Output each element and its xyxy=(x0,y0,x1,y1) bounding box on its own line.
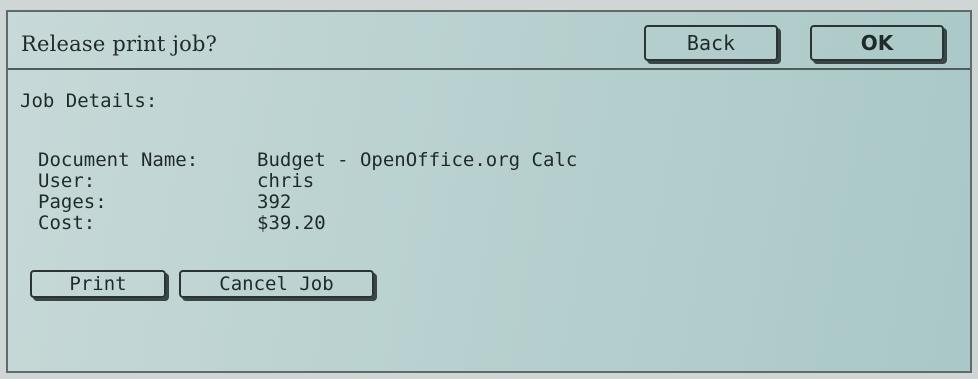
detail-label: Document Name: xyxy=(38,149,199,171)
detail-value: $39.20 xyxy=(257,212,326,234)
job-details-heading: Job Details: xyxy=(20,90,158,112)
detail-row-document-name: Document Name: Budget - OpenOffice.org C… xyxy=(38,150,577,171)
detail-label: Pages: xyxy=(38,191,107,213)
dialog-title: Release print job? xyxy=(21,32,218,56)
detail-label: User: xyxy=(38,170,96,192)
print-button[interactable]: Print xyxy=(30,270,166,298)
back-button[interactable]: Back xyxy=(644,25,778,61)
detail-value: chris xyxy=(257,170,315,192)
detail-value: 392 xyxy=(257,191,292,213)
printer-panel-frame: Release print job? Back OK Job Details: … xyxy=(0,0,978,379)
ok-button[interactable]: OK xyxy=(810,25,944,61)
title-bar: Release print job? Back OK xyxy=(8,12,970,70)
cancel-job-button[interactable]: Cancel Job xyxy=(179,270,374,298)
detail-label: Cost: xyxy=(38,212,96,234)
lcd-screen: Release print job? Back OK Job Details: … xyxy=(6,10,972,373)
job-details-list: Document Name: Budget - OpenOffice.org C… xyxy=(38,150,577,234)
detail-row-pages: Pages: 392 xyxy=(38,192,577,213)
detail-row-user: User: chris xyxy=(38,171,577,192)
detail-value: Budget - OpenOffice.org Calc xyxy=(257,149,578,171)
detail-row-cost: Cost: $39.20 xyxy=(38,213,577,234)
